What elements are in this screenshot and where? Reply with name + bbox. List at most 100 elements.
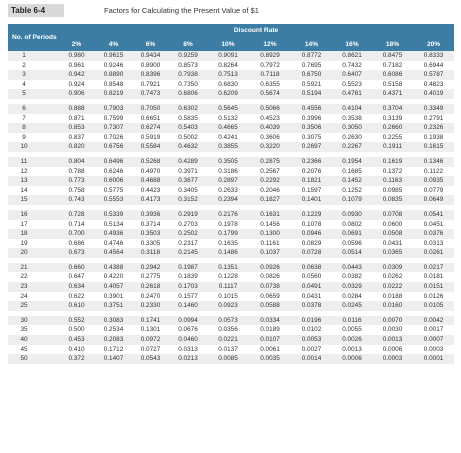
factor-cell: 0.8475: [372, 51, 413, 61]
factor-cell: 0.0573: [207, 315, 249, 326]
factor-cell: 0.372: [58, 354, 95, 364]
factor-cell: 0.7350: [178, 80, 198, 88]
factor-cell: 0.0334: [249, 315, 291, 326]
factor-cell: 0.9091: [207, 51, 249, 61]
factor-cell: 0.4746: [103, 239, 124, 247]
period-cell: 21: [8, 262, 58, 273]
period-cell: 9: [22, 133, 26, 141]
factor-cell: 0.8929: [249, 51, 291, 61]
factor-cell: 0.0946: [291, 229, 332, 239]
factor-cell: 0.980: [58, 51, 95, 61]
table-body: 1 0.980 0.9615 0.9434 0.9259 0.9091 0.8929 0.87…: [8, 51, 455, 364]
factor-cell: 0.0431: [301, 292, 322, 300]
factor-cell: 0.0070: [372, 315, 413, 326]
factor-cell: 0.6302: [169, 103, 207, 114]
discount-rate-title: Discount Rate: [58, 24, 455, 37]
factor-cell: 0.1229: [291, 209, 332, 220]
factor-cell: 0.0443: [332, 262, 372, 273]
factor-cell: 0.2366: [291, 156, 332, 167]
table-row: 6 0.888 0.7903 0.7050 0.6302 0.5645 0.5066 0.45…: [8, 103, 455, 114]
factor-cell: 0.3083: [95, 315, 132, 326]
factor-cell: 0.5066: [249, 103, 291, 114]
factor-cell: 0.0560: [301, 273, 322, 281]
factor-cell: 0.0826: [260, 273, 280, 281]
factor-cell: 0.788: [68, 167, 85, 175]
factor-cell: 0.3050: [332, 123, 372, 133]
table-row: 3 0.942 0.8890 0.8396 0.7938 0.7513 0.7118 0.67…: [8, 70, 455, 80]
factor-cell: 0.0262: [382, 273, 403, 281]
rate-header: 18%: [372, 37, 413, 51]
factor-cell: 0.2791: [423, 114, 444, 122]
factor-cell: 0.453: [58, 335, 95, 345]
factor-cell: 0.5919: [140, 133, 161, 141]
factor-cell: 0.0222: [372, 282, 413, 292]
factor-cell: 0.3186: [218, 167, 238, 175]
table-row: 20 0.673 0.4564 0.3118 0.2145 0.1486 0.1037 0.0…: [8, 248, 455, 258]
factor-cell: 0.2145: [169, 248, 207, 258]
factor-cell: 0.610: [58, 301, 95, 311]
factor-cell: 0.5674: [249, 89, 291, 99]
factor-cell: 0.1619: [372, 156, 413, 167]
factor-cell: 0.7118: [249, 70, 291, 80]
period-cell: 11: [8, 156, 58, 167]
factor-cell: 0.8621: [332, 51, 372, 61]
factor-cell: 0.3405: [178, 186, 198, 194]
factor-cell: 0.743: [58, 195, 95, 205]
factor-cell: 0.6830: [218, 80, 238, 88]
factor-cell: 0.1161: [260, 239, 280, 247]
factor-cell: 0.0930: [332, 209, 372, 220]
factor-cell: 0.6750: [291, 70, 332, 80]
factor-cell: 0.942: [58, 70, 95, 80]
factor-cell: 0.4241: [218, 133, 238, 141]
factor-cell: 0.6496: [95, 156, 132, 167]
factor-cell: 0.6651: [140, 114, 161, 122]
factor-cell: 0.0802: [342, 220, 362, 228]
factor-cell: 0.4564: [95, 248, 132, 258]
factor-cell: 0.5775: [103, 186, 124, 194]
factor-cell: 0.8772: [291, 51, 332, 61]
factor-cell: 0.820: [58, 142, 95, 152]
table-row: 35 0.500 0.2534 0.1301 0.0676 0.0356 0.0189 0.0…: [8, 325, 454, 335]
table-row: 1 0.980 0.9615 0.9434 0.9259 0.9091 0.8929 0.87…: [8, 51, 455, 61]
factor-cell: 0.686: [68, 239, 85, 247]
factor-cell: 0.2630: [342, 133, 362, 141]
rate-header: 10%: [207, 37, 249, 51]
table-row: 2 0.961 0.9246 0.8900 0.8573 0.8264 0.7972 0.76…: [8, 61, 454, 71]
factor-cell: 0.1163: [372, 176, 413, 186]
period-cell: 45: [20, 345, 28, 353]
factor-cell: 0.5835: [178, 114, 198, 122]
factor-cell: 0.1954: [332, 156, 372, 167]
factor-cell: 0.0923: [207, 301, 249, 311]
period-cell: 23: [8, 282, 58, 292]
factor-cell: 0.3505: [207, 156, 249, 167]
factor-cell: 0.4556: [291, 103, 332, 114]
factor-cell: 0.0030: [382, 326, 403, 334]
factor-cell: 0.0691: [332, 229, 372, 239]
table-row: 17 0.714 0.5134 0.3714 0.2703 0.1978 0.1456 0.1…: [8, 220, 454, 230]
factor-cell: 0.1452: [332, 176, 372, 186]
factor-cell: 0.4823: [423, 80, 444, 88]
factor-cell: 0.1228: [218, 273, 238, 281]
factor-cell: 0.700: [58, 229, 95, 239]
table-caption: Factors for Calculating the Present Valu…: [104, 6, 259, 15]
factor-cell: 0.3152: [169, 195, 207, 205]
factor-cell: 0.0061: [260, 345, 280, 353]
period-cell: 1: [8, 51, 58, 61]
factor-cell: 0.3075: [301, 133, 322, 141]
factor-cell: 0.2633: [218, 186, 238, 194]
table-row: 24 0.622 0.3901 0.2470 0.1577 0.1015 0.0659 0.0…: [8, 292, 454, 302]
factor-cell: 0.1486: [207, 248, 249, 258]
factor-cell: 0.1079: [332, 195, 372, 205]
factor-cell: 0.7513: [207, 70, 249, 80]
factor-cell: 0.1827: [249, 195, 291, 205]
factor-cell: 0.8890: [95, 70, 132, 80]
factor-cell: 0.0013: [372, 335, 413, 345]
factor-cell: 0.0006: [332, 354, 372, 364]
factor-cell: 0.7921: [140, 80, 161, 88]
factor-cell: 0.3971: [178, 167, 198, 175]
factor-cell: 0.0003: [372, 354, 413, 364]
factor-cell: 0.0365: [372, 248, 413, 258]
factor-cell: 0.3677: [169, 176, 207, 186]
table-row: 14 0.758 0.5775 0.4423 0.3405 0.2633 0.2046 0.1…: [8, 186, 454, 196]
factor-cell: 0.1037: [249, 248, 291, 258]
